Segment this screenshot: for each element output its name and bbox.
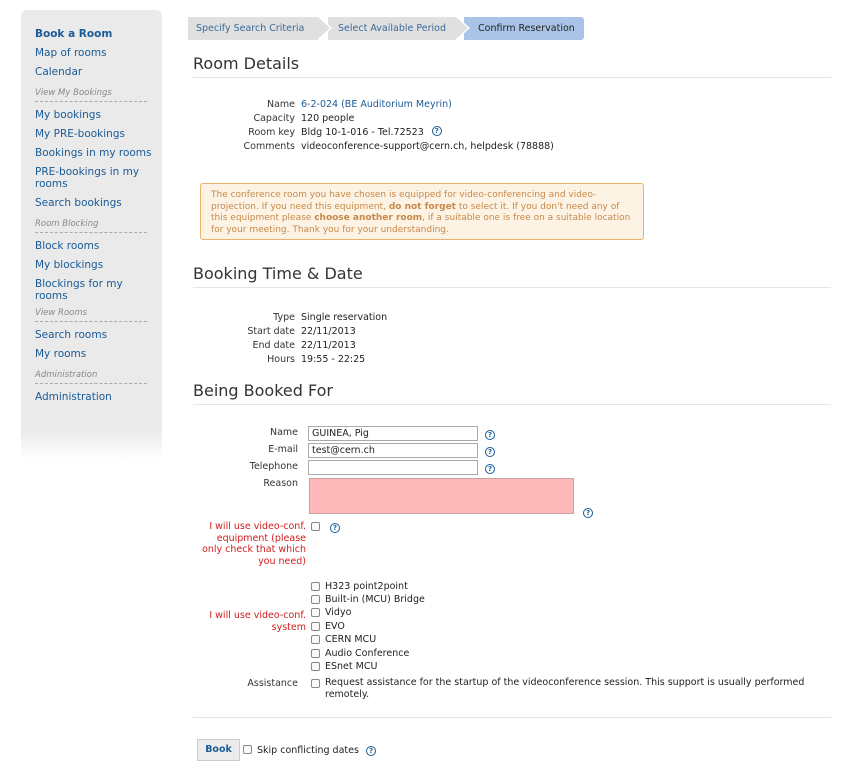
system-checkbox-evo[interactable] xyxy=(311,622,320,631)
system-checkbox-h323[interactable] xyxy=(311,582,320,591)
vc-system-label: I will use video-conf. system xyxy=(209,610,306,633)
sidebar: Book a Room Map of rooms Calendar View M… xyxy=(21,10,162,450)
help-icon[interactable]: ? xyxy=(485,447,495,457)
step-specify-criteria[interactable]: Specify Search Criteria xyxy=(188,17,332,40)
sidebar-map-rooms[interactable]: Map of rooms xyxy=(35,44,162,63)
sidebar-my-bookings[interactable]: My bookings xyxy=(35,106,162,125)
telephone-input[interactable] xyxy=(308,460,478,475)
label: Comments xyxy=(243,141,296,152)
room-details-table: Name 6-2-024 (BE Auditorium Meyrin) Capac… xyxy=(193,98,554,154)
section-view-bookings: View My Bookings xyxy=(35,88,147,102)
system-checkbox-mcu-bridge[interactable] xyxy=(311,595,320,604)
email-label: E-mail xyxy=(268,444,298,455)
label: Hours xyxy=(267,354,295,365)
sidebar-administration[interactable]: Administration xyxy=(35,388,162,407)
system-label-esnet: ESnet MCU xyxy=(325,661,378,672)
vc-equipment-checkbox[interactable] xyxy=(311,522,320,531)
help-icon[interactable]: ? xyxy=(583,508,593,518)
skip-conflicting-label: Skip conflicting dates xyxy=(257,745,359,756)
system-checkbox-audio[interactable] xyxy=(311,649,320,658)
divider xyxy=(193,717,831,718)
system-label-h323: H323 point2point xyxy=(325,581,408,592)
system-checkbox-esnet[interactable] xyxy=(311,662,320,671)
sidebar-blockings-for-rooms[interactable]: Blockings for my rooms xyxy=(35,278,147,302)
hours: 19:55 - 22:25 xyxy=(301,354,366,365)
step-label: Specify Search Criteria xyxy=(196,23,305,34)
system-checkbox-cern-mcu[interactable] xyxy=(311,635,320,644)
section-room-blocking: Room Blocking xyxy=(35,219,147,233)
sidebar-search-rooms[interactable]: Search rooms xyxy=(35,326,162,345)
room-comments: videoconference-support@cern.ch, helpdes… xyxy=(301,141,554,152)
step-label: Confirm Reservation xyxy=(478,23,575,34)
help-icon[interactable]: ? xyxy=(330,523,340,533)
end-date: 22/11/2013 xyxy=(301,340,356,351)
sidebar-my-rooms[interactable]: My rooms xyxy=(35,345,162,364)
system-label-vidyo: Vidyo xyxy=(325,607,352,618)
sidebar-block-rooms[interactable]: Block rooms xyxy=(35,237,162,256)
system-checkbox-vidyo[interactable] xyxy=(311,608,320,617)
booking-time-table: Type Single reservation Start date 22/11/2… xyxy=(193,311,387,367)
section-administration: Administration xyxy=(35,370,147,384)
assistance-checkbox[interactable] xyxy=(311,679,320,688)
sidebar-bookings-in-rooms[interactable]: Bookings in my rooms xyxy=(35,144,162,163)
reason-label: Reason xyxy=(263,478,298,489)
sidebar-search-bookings[interactable]: Search bookings xyxy=(35,194,162,213)
help-icon[interactable]: ? xyxy=(485,464,495,474)
room-details-heading: Room Details xyxy=(193,54,831,78)
label: Type xyxy=(273,312,295,323)
system-label-evo: EVO xyxy=(325,621,345,632)
reason-textarea[interactable] xyxy=(309,478,574,514)
help-icon[interactable]: ? xyxy=(366,746,376,756)
system-label-mcu-bridge: Built-in (MCU) Bridge xyxy=(325,594,425,605)
room-name-link[interactable]: 6-2-024 (BE Auditorium Meyrin) xyxy=(301,98,452,112)
label: Name xyxy=(266,99,295,110)
sidebar-book-room[interactable]: Book a Room xyxy=(35,25,162,44)
sidebar-fade xyxy=(21,430,162,460)
booked-for-heading: Being Booked For xyxy=(193,381,831,405)
step-select-period[interactable]: Select Available Period xyxy=(328,17,470,40)
room-key: Bldg 10-1-016 - Tel.72523 xyxy=(301,127,424,138)
assistance-label: Assistance xyxy=(247,678,298,689)
skip-conflicting-checkbox[interactable] xyxy=(243,745,252,754)
name-label: Name xyxy=(269,427,298,438)
step-confirm-reservation: Confirm Reservation xyxy=(464,17,584,40)
sidebar-my-prebookings[interactable]: My PRE-bookings xyxy=(35,125,162,144)
equipment-warning: The conference room you have chosen is e… xyxy=(200,183,644,240)
system-label-audio: Audio Conference xyxy=(325,648,410,659)
help-icon[interactable]: ? xyxy=(431,126,442,136)
sidebar-prebookings-in-rooms[interactable]: PRE-bookings in my rooms xyxy=(35,166,147,190)
label: Capacity xyxy=(253,113,295,124)
telephone-label: Telephone xyxy=(249,461,298,472)
label: End date xyxy=(252,340,296,351)
assistance-text: Request assistance for the startup of th… xyxy=(325,677,805,700)
sidebar-my-blockings[interactable]: My blockings xyxy=(35,256,162,275)
step-label: Select Available Period xyxy=(338,23,446,34)
sidebar-calendar[interactable]: Calendar xyxy=(35,63,162,82)
booking-type: Single reservation xyxy=(301,312,388,323)
label: Room key xyxy=(248,127,295,138)
name-input[interactable] xyxy=(308,426,478,441)
email-input[interactable] xyxy=(308,443,478,458)
vc-equipment-label: I will use video-conf. equipment (please… xyxy=(202,521,306,567)
system-label-cern-mcu: CERN MCU xyxy=(325,634,377,645)
start-date: 22/11/2013 xyxy=(301,326,356,337)
label: Start date xyxy=(247,326,295,337)
help-icon[interactable]: ? xyxy=(485,430,495,440)
room-capacity: 120 people xyxy=(301,113,355,124)
section-view-rooms: View Rooms xyxy=(35,308,147,322)
book-button[interactable]: Book xyxy=(197,739,240,761)
booking-time-heading: Booking Time & Date xyxy=(193,264,831,288)
